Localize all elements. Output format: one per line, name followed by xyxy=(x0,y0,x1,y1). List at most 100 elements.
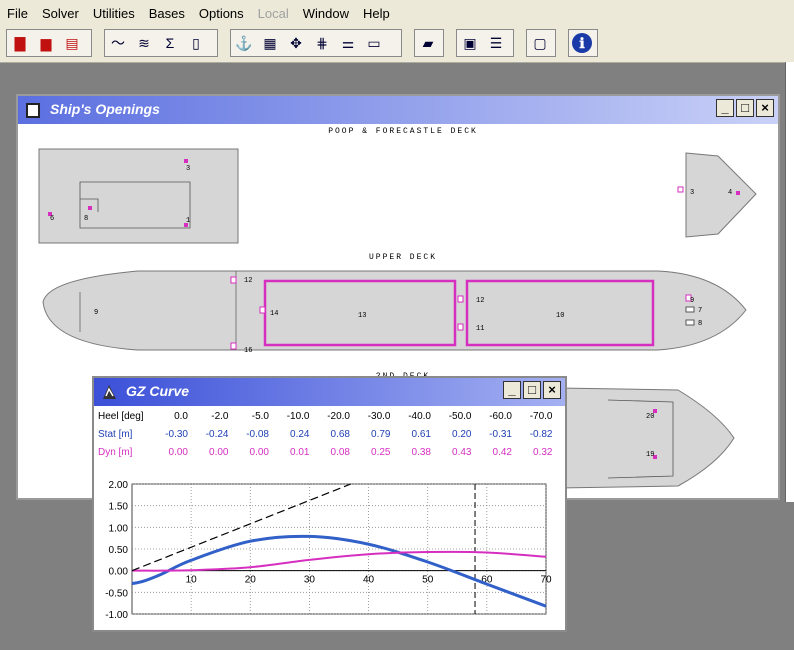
curve-icon[interactable]: 〜 xyxy=(105,30,131,56)
y-tick-label: 0.50 xyxy=(109,545,129,556)
gz-table-cell: 0.61 xyxy=(411,429,431,440)
x-tick-label: 30 xyxy=(304,575,316,586)
opening-label: 4 xyxy=(728,189,732,197)
minimize-button[interactable]: _ xyxy=(503,381,521,399)
gz-row-label: Heel [deg] xyxy=(98,411,144,422)
opening-label: 7 xyxy=(698,307,702,315)
mast-icon[interactable]: ✥ xyxy=(283,30,309,56)
gz-table-cell: 0.20 xyxy=(452,429,472,440)
opening-label: 12 xyxy=(476,297,484,305)
gz-table-cell: -0.30 xyxy=(165,429,188,440)
menu-bases[interactable]: Bases xyxy=(142,6,192,21)
x-tick-label: 50 xyxy=(422,575,434,586)
minimize-button[interactable]: _ xyxy=(716,99,734,117)
toolbar-group-device: ▣ ☰ xyxy=(456,29,514,57)
gz-table-cell: 0.08 xyxy=(330,447,350,458)
gz-table-cell: 0.38 xyxy=(411,447,431,458)
ships-openings-title: Ship's Openings xyxy=(50,101,160,117)
toolbar-group-file: ▇ ▆ ▤ xyxy=(6,29,92,57)
opening-label: 1 xyxy=(186,217,190,225)
opening-label: 9 xyxy=(690,297,694,305)
gz-table-cell: 0.0 xyxy=(174,411,188,422)
menu-bar: File Solver Utilities Bases Options Local Wind… xyxy=(0,0,794,26)
stability-icon[interactable]: ⚓ xyxy=(231,30,257,56)
gz-table-cell: -40.0 xyxy=(408,411,431,422)
toolbar-group-calc: 〜 ≋ Σ ▯ xyxy=(104,29,218,57)
window-icon[interactable]: ▢ xyxy=(527,30,553,56)
opening-label: 16 xyxy=(244,347,252,355)
device-icon[interactable]: ▣ xyxy=(457,30,483,56)
tank-icon[interactable]: ▯ xyxy=(183,30,209,56)
toolbar-group-help: ℹ xyxy=(568,29,598,57)
gz-table-cell: 0.00 xyxy=(209,447,229,458)
gz-table-cell: 0.25 xyxy=(371,447,391,458)
gz-table-cell: 0.00 xyxy=(249,447,269,458)
opening-label: 8 xyxy=(698,320,702,328)
book-icon[interactable]: ▰ xyxy=(415,30,441,56)
opening-label: 13 xyxy=(358,312,366,320)
toolbar-group-model: ⚓ ▦ ✥ ⋕ ⚌ ▭ xyxy=(230,29,402,57)
maximize-button[interactable]: □ xyxy=(523,381,541,399)
gz-table-cell: -10.0 xyxy=(286,411,310,422)
opening-label: 14 xyxy=(270,310,278,318)
opening-label: 10 xyxy=(556,312,564,320)
gz-curve-window: GZ Curve _ □ × Heel [deg] 0.0 -2.0 -5.0 -10.… xyxy=(92,376,567,632)
menu-local[interactable]: Local xyxy=(251,6,296,21)
gz-table-cell: -2.0 xyxy=(211,411,229,422)
rig-icon[interactable]: ⋕ xyxy=(309,30,335,56)
gz-curve-title-bar[interactable]: GZ Curve _ □ × xyxy=(94,378,565,406)
maximize-button[interactable]: □ xyxy=(736,99,754,117)
menu-utilities[interactable]: Utilities xyxy=(86,6,142,21)
ships-openings-title-bar[interactable]: Ship's Openings _ □ × xyxy=(18,96,778,124)
y-tick-label: -1.00 xyxy=(105,610,128,621)
hull-section-icon[interactable]: ▭ xyxy=(361,30,387,56)
menu-options[interactable]: Options xyxy=(192,6,251,21)
gz-table-cell: 0.32 xyxy=(533,447,553,458)
gz-table-cell: 0.43 xyxy=(452,447,472,458)
close-button[interactable]: × xyxy=(756,99,774,117)
toolbar-group-book: ▰ xyxy=(414,29,444,57)
gz-curve-title: GZ Curve xyxy=(126,383,190,399)
x-tick-label: 70 xyxy=(540,575,552,586)
waterline-icon[interactable]: ≋ xyxy=(131,30,157,56)
menu-file[interactable]: File xyxy=(0,6,35,21)
opening-label: 9 xyxy=(94,309,98,317)
gz-table-cell: 0.01 xyxy=(290,447,310,458)
opening-label: 11 xyxy=(476,325,484,333)
deck-title-upper: UPPER DECK xyxy=(369,253,437,262)
gz-table-cell: 0.68 xyxy=(330,429,350,440)
poop-deck: 3 1 6 8 xyxy=(38,148,239,244)
calculator-doc-icon[interactable]: ▦ xyxy=(257,30,283,56)
list-icon[interactable]: ☰ xyxy=(483,30,509,56)
open-file-icon[interactable]: ▆ xyxy=(33,30,59,56)
opening-label: 19 xyxy=(646,451,654,459)
y-tick-label: 1.50 xyxy=(109,502,129,513)
gz-table-cell: 0.24 xyxy=(290,429,310,440)
x-tick-label: 10 xyxy=(186,575,198,586)
gz-table-cell: 0.00 xyxy=(168,447,188,458)
sigma-icon[interactable]: Σ xyxy=(157,30,183,56)
deck-title-poop: POOP & FORECASTLE DECK xyxy=(328,127,478,136)
menu-solver[interactable]: Solver xyxy=(35,6,86,21)
gz-table-cell: -0.24 xyxy=(205,429,229,440)
x-tick-label: 40 xyxy=(363,575,375,586)
menu-window[interactable]: Window xyxy=(296,6,356,21)
opening-label: 3 xyxy=(690,189,694,197)
forecastle-deck: 3 4 xyxy=(677,152,757,238)
gz-row-label: Dyn [m] xyxy=(98,447,133,458)
opening-label: 20 xyxy=(646,413,654,421)
gz-table-cell: -5.0 xyxy=(251,411,269,422)
opening-label: 8 xyxy=(84,215,88,223)
gz-row-label: Stat [m] xyxy=(98,429,133,440)
menu-help[interactable]: Help xyxy=(356,6,397,21)
close-button[interactable]: × xyxy=(543,381,561,399)
gz-table-cell: -50.0 xyxy=(448,411,472,422)
curve-window-icon xyxy=(103,385,116,399)
print-icon[interactable]: ▤ xyxy=(59,30,85,56)
gz-table-cell: -60.0 xyxy=(489,411,512,422)
new-file-icon[interactable]: ▇ xyxy=(7,30,33,56)
gun-icon[interactable]: ⚌ xyxy=(335,30,361,56)
y-tick-label: 1.00 xyxy=(109,523,129,534)
gz-table-cell: -70.0 xyxy=(529,411,553,422)
info-icon[interactable]: ℹ xyxy=(572,33,592,53)
